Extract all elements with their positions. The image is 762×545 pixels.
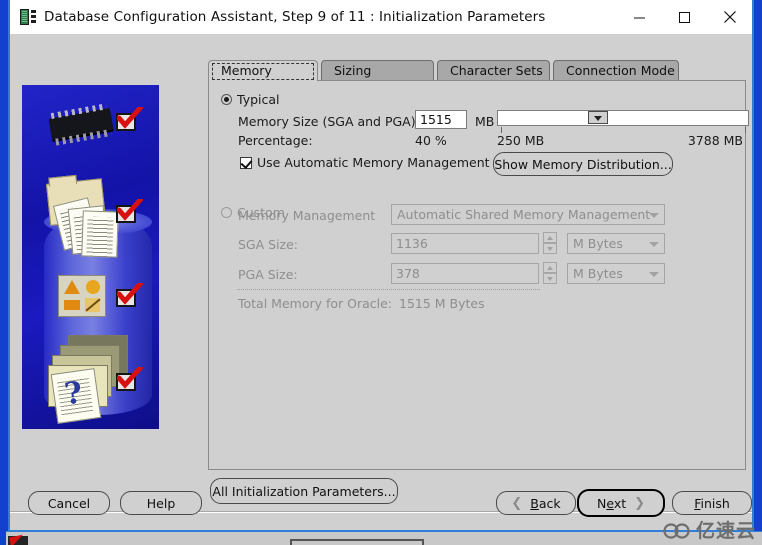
cancel-button[interactable]: Cancel bbox=[28, 491, 110, 515]
window-controls bbox=[617, 0, 752, 34]
memory-management-select[interactable]: Automatic Shared Memory Management bbox=[391, 204, 665, 225]
chip-icon bbox=[48, 107, 114, 141]
database-chip-icon bbox=[20, 9, 36, 25]
chevron-down-icon bbox=[649, 272, 659, 277]
total-memory-label: Total Memory for Oracle: bbox=[238, 296, 393, 311]
pga-size-input[interactable]: 378 bbox=[391, 263, 539, 284]
question-document-icon: ? bbox=[50, 368, 102, 424]
section-divider bbox=[237, 289, 540, 290]
dbca-window: Database Configuration Assistant, Step 9… bbox=[8, 0, 754, 532]
percentage-label: Percentage: bbox=[238, 133, 313, 148]
back-button-label: Back bbox=[530, 495, 561, 511]
chevron-down-icon bbox=[649, 213, 659, 218]
memory-size-input[interactable]: 1515 bbox=[415, 110, 467, 129]
amm-checkbox-row[interactable]: Use Automatic Memory Management bbox=[240, 155, 490, 170]
sga-size-unit-select[interactable]: M Bytes bbox=[567, 233, 665, 254]
footer-bar: Cancel Help ❮ Back Next ❯ Finish bbox=[10, 478, 752, 530]
typical-radio[interactable] bbox=[221, 94, 232, 105]
tab-sizing-label: Sizing bbox=[334, 63, 372, 78]
slider-max-label: 3788 MB bbox=[687, 133, 743, 148]
typical-label: Typical bbox=[237, 92, 280, 107]
stepper-down-icon bbox=[543, 243, 557, 254]
sga-size-unit-value: M Bytes bbox=[573, 236, 623, 251]
custom-radio[interactable] bbox=[221, 207, 232, 218]
memory-management-value: Automatic Shared Memory Management bbox=[397, 207, 651, 222]
maximize-button[interactable] bbox=[662, 0, 707, 34]
chevron-left-icon: ❮ bbox=[511, 495, 523, 511]
cloud-logo-icon bbox=[663, 522, 690, 539]
amm-label: Use Automatic Memory Management bbox=[257, 155, 490, 170]
watermark: 亿速云 bbox=[663, 516, 756, 543]
checkmark-step-icon bbox=[116, 199, 143, 225]
checkmark-step-icon bbox=[116, 107, 143, 133]
background-window-checkmark-icon bbox=[9, 534, 25, 545]
close-icon bbox=[723, 11, 736, 23]
memory-management-label: Memory Management bbox=[238, 208, 376, 223]
shapes-tile-icon bbox=[58, 275, 106, 317]
memory-size-slider-thumb[interactable] bbox=[588, 111, 608, 124]
next-button-label: Next bbox=[596, 495, 627, 511]
typical-radio-row[interactable]: Typical bbox=[221, 92, 280, 107]
sga-size-label: SGA Size: bbox=[238, 237, 299, 252]
tab-connection-mode[interactable]: Connection Mode bbox=[553, 60, 679, 81]
tab-memory[interactable]: Memory bbox=[208, 60, 318, 81]
slider-min-label: 250 MB bbox=[497, 133, 545, 148]
window-client-area: ? Memory Sizing Character Sets Connectio… bbox=[10, 34, 752, 530]
watermark-text: 亿速云 bbox=[695, 520, 756, 542]
checkmark-step-icon bbox=[116, 367, 143, 393]
stepper-up-icon bbox=[543, 262, 557, 273]
finish-button-label: Finish bbox=[694, 495, 730, 511]
maximize-icon bbox=[679, 11, 690, 23]
pga-size-stepper[interactable] bbox=[543, 262, 557, 285]
pga-size-label: PGA Size: bbox=[238, 267, 298, 282]
chevron-right-icon: ❯ bbox=[634, 495, 646, 511]
minimize-icon bbox=[634, 17, 645, 18]
wizard-artwork: ? bbox=[22, 85, 159, 429]
memory-tab-panel: Typical Memory Size (SGA and PGA): 1515 … bbox=[208, 80, 749, 470]
sga-size-stepper[interactable] bbox=[543, 232, 557, 255]
minimize-button[interactable] bbox=[617, 0, 662, 34]
total-memory-value: 1515 M Bytes bbox=[399, 296, 485, 311]
slider-tick-max bbox=[745, 127, 746, 133]
help-button[interactable]: Help bbox=[120, 491, 202, 515]
stepper-up-icon bbox=[543, 232, 557, 243]
pga-size-unit-value: M Bytes bbox=[573, 266, 623, 281]
checkmark-step-icon bbox=[116, 283, 143, 309]
next-button[interactable]: Next ❯ bbox=[577, 489, 665, 517]
tab-connection-mode-label: Connection Mode bbox=[566, 63, 675, 78]
tab-character-sets[interactable]: Character Sets bbox=[437, 60, 550, 81]
memory-size-unit: MB bbox=[475, 114, 495, 129]
focus-ring bbox=[212, 63, 314, 80]
amm-checkbox[interactable] bbox=[240, 156, 252, 169]
finish-button[interactable]: Finish bbox=[672, 491, 752, 515]
document-icon bbox=[81, 210, 119, 258]
sga-size-input[interactable]: 1136 bbox=[391, 233, 539, 254]
back-button[interactable]: ❮ Back bbox=[496, 491, 576, 515]
memory-size-label: Memory Size (SGA and PGA): bbox=[238, 114, 420, 129]
tab-character-sets-label: Character Sets bbox=[450, 63, 543, 78]
close-button[interactable] bbox=[707, 0, 752, 34]
background-window-field[interactable] bbox=[290, 539, 424, 545]
tab-bar: Memory Sizing Character Sets Connection … bbox=[208, 59, 682, 81]
memory-size-slider[interactable] bbox=[497, 110, 749, 126]
folder-stack-icon: ? bbox=[48, 335, 128, 424]
stepper-down-icon bbox=[543, 273, 557, 284]
chevron-down-icon bbox=[649, 242, 659, 247]
window-title: Database Configuration Assistant, Step 9… bbox=[44, 9, 546, 25]
tab-sizing[interactable]: Sizing bbox=[321, 60, 434, 81]
percentage-value: 40 % bbox=[415, 133, 447, 148]
screen: Database Configuration Assistant, Step 9… bbox=[0, 0, 762, 545]
show-memory-distribution-button[interactable]: Show Memory Distribution... bbox=[493, 152, 673, 176]
pga-size-unit-select[interactable]: M Bytes bbox=[567, 263, 665, 284]
title-bar: Database Configuration Assistant, Step 9… bbox=[10, 0, 752, 34]
